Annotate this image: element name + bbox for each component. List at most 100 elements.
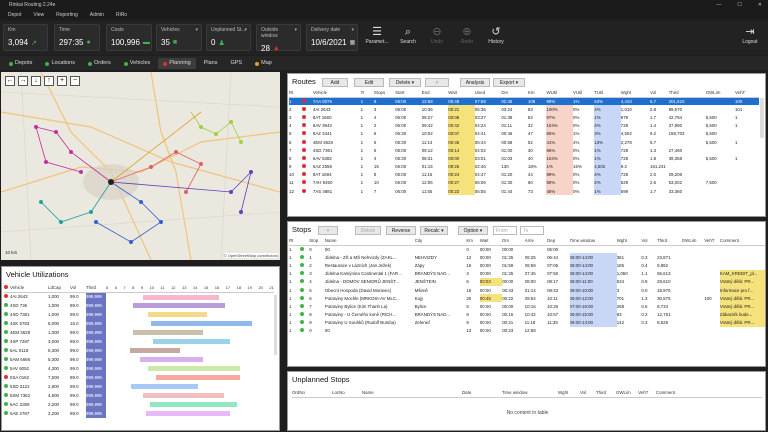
routes-col-9[interactable]: Drv bbox=[501, 89, 528, 98]
unplanned-col-0[interactable]: OrdNo bbox=[292, 389, 332, 398]
stop-row[interactable]: 1 8 Potraviny - U Černého koně (RICH... BRA… bbox=[289, 310, 765, 319]
col-third[interactable]: Third bbox=[86, 284, 106, 293]
vu-scrollbar[interactable] bbox=[274, 295, 277, 355]
route-row[interactable]: 8 6AV 5382 1 4 05:30 08:31 00:00 03:01 01:03 40 10… bbox=[289, 154, 759, 163]
stops-col-8[interactable]: Arriv bbox=[524, 237, 548, 246]
route-row[interactable]: 10 8AT 1694 1 8 05:00 11:15 00:24 04:47 01:20 44 9… bbox=[289, 170, 759, 179]
utilization-bar[interactable] bbox=[139, 357, 204, 362]
stops-col-1[interactable] bbox=[300, 237, 310, 246]
stop-row[interactable]: 1 4 Jídelna - DOMOV SENIORŮ JENŠT... JENŠTE… bbox=[289, 277, 765, 286]
utilization-bar[interactable] bbox=[151, 321, 253, 326]
route-map[interactable]: ← → ↓ ↑ + − 10 km © OpenStreetMap contri… bbox=[1, 72, 280, 260]
utilization-bar[interactable] bbox=[146, 411, 231, 416]
redo-button[interactable]: ⊕ Redo bbox=[453, 25, 481, 51]
vu-row[interactable]: 5AV 6052 4,300 99.0 999,999 bbox=[4, 364, 274, 373]
kpi-outside-window[interactable]: ▾ Outside window 28 ▲ bbox=[256, 24, 301, 53]
stop-row[interactable]: 1 2 Restaurace v Lázních (Jan Ježek) Zápy 16… bbox=[289, 261, 765, 270]
route-row[interactable]: 9 6AZ 2558 1 15 06:00 01:15 09:26 02:46 130 18% 1%… bbox=[289, 162, 759, 171]
route-row[interactable]: 2 4AI 2643 1 3 05:00 10:36 00:21 05:36 03:24 83 10… bbox=[289, 105, 759, 114]
stops-col-16[interactable]: Comment bbox=[719, 237, 765, 246]
vu-row[interactable]: 5SD 3122 2,800 99.0 999,999 bbox=[4, 382, 274, 391]
analysis-button[interactable]: Analysis bbox=[460, 78, 490, 87]
kpi-delivery-date[interactable]: ▾ Delivery date 10/6/2021 ▦ bbox=[306, 24, 358, 51]
kpi-vehicles[interactable]: ▾ Vehicles 35 ■ bbox=[156, 24, 202, 51]
unplanned-col-7[interactable]: Third bbox=[596, 389, 616, 398]
routes-col-15[interactable]: Vol bbox=[650, 89, 669, 98]
stop-row[interactable]: 1 3 Jídelna Kamýnina Continental 1 (FAR...… bbox=[289, 269, 765, 278]
zoom-in-button[interactable]: + bbox=[57, 76, 67, 86]
utilization-bar[interactable] bbox=[142, 393, 224, 398]
route-row[interactable]: 3 8AT 1660 1 4 05:00 08:27 00:08 03:27 01:38 82 97… bbox=[289, 113, 759, 122]
undo-button[interactable]: ⊖ Undo bbox=[423, 25, 451, 51]
route-row[interactable]: 12 7AS 4881 1 7 06:00 11:55 00:22 05:55 01:44 73 4… bbox=[289, 187, 759, 196]
minimize-icon[interactable]: — bbox=[716, 0, 721, 10]
stop-row[interactable]: 1 6 Potraviny Mochle (MRKOSI-AV MLC... Kojy… bbox=[289, 294, 765, 303]
routes-col-2[interactable]: Vehicle bbox=[312, 89, 361, 98]
map-canvas[interactable] bbox=[1, 72, 280, 260]
tab-map[interactable]: Map bbox=[250, 58, 277, 69]
stops-col-10[interactable]: Time window bbox=[569, 237, 617, 246]
utilization-bar[interactable] bbox=[148, 366, 241, 371]
from-input[interactable]: From bbox=[493, 226, 517, 235]
chevron-down-icon[interactable]: ▾ bbox=[244, 27, 247, 33]
vu-row[interactable]: 4SK 5783 6,000 15.0 999,999 bbox=[4, 319, 274, 328]
calendar-icon[interactable]: ▦ bbox=[350, 39, 356, 46]
unplanned-col-4[interactable]: Time window bbox=[502, 389, 558, 398]
stops-col-14[interactable]: GWLim bbox=[681, 237, 705, 246]
routes-col-12[interactable]: VUtil bbox=[573, 89, 595, 98]
col-vehicle[interactable]: Vehicle bbox=[10, 284, 48, 293]
routes-col-3[interactable]: Tr bbox=[360, 89, 374, 98]
unplanned-col-9[interactable]: VehT bbox=[638, 389, 656, 398]
routes-col-11[interactable]: WUtil bbox=[546, 89, 574, 98]
route-row[interactable]: 4 6AV 3943 1 2 05:00 09:42 00:42 04:24 01:11 32 10… bbox=[289, 121, 759, 130]
stops-col-9[interactable]: Dep bbox=[547, 237, 570, 246]
utilization-bar[interactable] bbox=[156, 375, 241, 380]
route-row[interactable]: 6 4EM 3628 1 5 05:30 11:14 00:45 05:44 00:58 52 41… bbox=[289, 137, 759, 147]
routes-col-14[interactable]: Wght bbox=[620, 89, 650, 98]
chevron-down-icon[interactable]: ▾ bbox=[195, 27, 198, 33]
menu-reporting[interactable]: Reporting bbox=[56, 10, 78, 20]
stop-row[interactable]: 1 0 00 0 00:00 00:00 05:00 bbox=[289, 245, 765, 253]
zoom-out-button[interactable]: − bbox=[70, 76, 80, 86]
parameters-button[interactable]: ☰ Paramet... bbox=[363, 25, 391, 51]
recalc-button[interactable]: Recalc ▾ bbox=[420, 226, 448, 235]
routes-col-13[interactable]: TUtil bbox=[594, 89, 621, 98]
stops-col-15[interactable]: VehT bbox=[704, 237, 720, 246]
chevron-down-icon[interactable]: ▾ bbox=[294, 27, 297, 33]
stops-col-5[interactable]: Km bbox=[466, 237, 480, 246]
utilization-bar[interactable] bbox=[132, 330, 204, 335]
menu-riro[interactable]: RiRo bbox=[116, 10, 127, 20]
route-row[interactable]: 5 8AZ 3441 1 6 05:30 10:02 00:07 04:41 00:46 47 65… bbox=[289, 129, 759, 138]
disabled-button[interactable]: ▾ bbox=[318, 226, 338, 235]
history-button[interactable]: ↺ History bbox=[482, 25, 510, 51]
routes-col-1[interactable] bbox=[302, 89, 313, 98]
vu-row[interactable]: 5SA 0182 7,500 99.0 999,999 bbox=[4, 373, 274, 382]
kpi-time[interactable]: Time 297:35 ● bbox=[54, 24, 100, 51]
stop-row[interactable]: 1 9 Potraviny U Souhků (Rudolf Bumba) Zelen… bbox=[289, 318, 765, 327]
utilization-bar[interactable] bbox=[148, 312, 207, 317]
vu-row[interactable]: 4AI 2643 1,000 99.0 999,999 bbox=[4, 292, 274, 301]
routes-col-5[interactable]: Start bbox=[395, 89, 422, 98]
route-row[interactable]: 7 4SD 7361 1 5 05:00 09:12 00:14 04:02 01:00 30 96… bbox=[289, 146, 759, 155]
routes-col-18[interactable]: VehT bbox=[734, 89, 759, 98]
routes-scrollbar[interactable] bbox=[760, 98, 764, 138]
close-icon[interactable]: ✕ bbox=[758, 0, 762, 10]
tab-plans[interactable]: Plans bbox=[199, 58, 223, 69]
edit-route-button[interactable]: Edit bbox=[354, 78, 384, 87]
route-row[interactable]: 11 7AH 9450 1 10 06:00 12:06 00:27 06:06 01:30 60… bbox=[289, 178, 759, 188]
maximize-icon[interactable]: ☐ bbox=[737, 0, 741, 10]
reverse-button[interactable]: Reverse bbox=[386, 226, 416, 235]
stops-col-0[interactable]: Rt bbox=[289, 237, 301, 246]
unplanned-col-5[interactable]: Wght bbox=[558, 389, 580, 398]
stops-col-13[interactable]: Third bbox=[657, 237, 682, 246]
add-route-button[interactable]: Add bbox=[322, 78, 348, 87]
stops-col-2[interactable]: Stop bbox=[309, 237, 325, 246]
map-back-button[interactable]: ← bbox=[5, 76, 15, 86]
vu-row[interactable]: 5AL 0118 5,300 99.0 999,999 bbox=[4, 346, 274, 355]
export-button[interactable]: Export ▾ bbox=[493, 78, 525, 87]
map-down-button[interactable]: ↓ bbox=[31, 76, 41, 86]
routes-col-0[interactable]: Rt bbox=[289, 89, 303, 98]
vu-row[interactable]: 4SD 736 1,000 99.0 999,999 bbox=[4, 301, 274, 310]
routes-col-4[interactable]: Stops bbox=[373, 89, 396, 98]
col-vol[interactable]: Vol bbox=[70, 284, 86, 293]
